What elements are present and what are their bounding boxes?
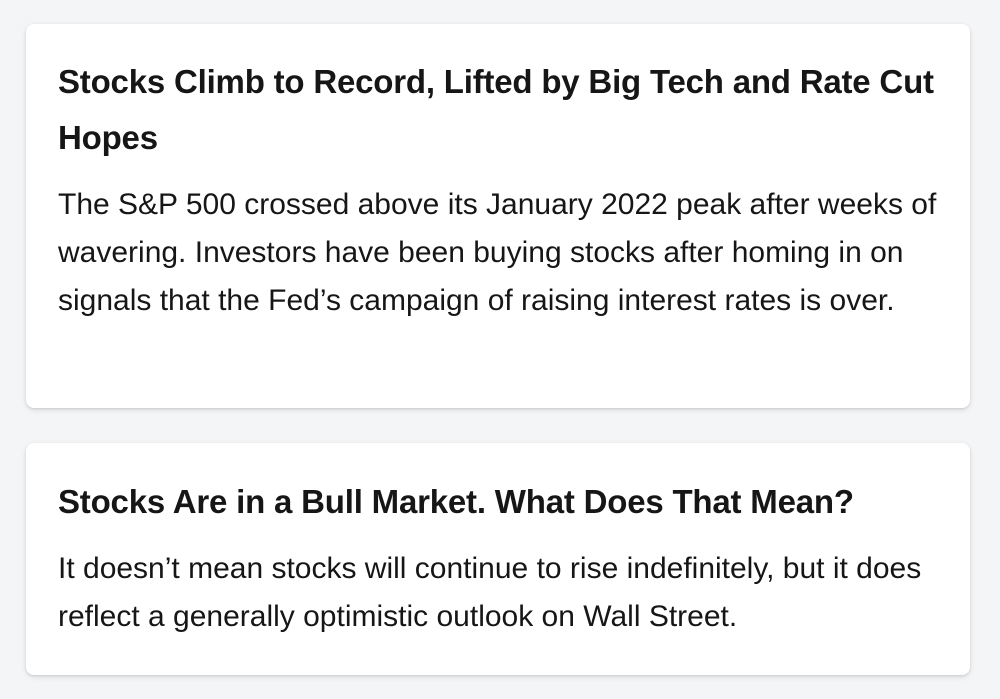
article-summary: It doesn’t mean stocks will continue to … [58,552,922,633]
article-feed: Stocks Climb to Record, Lifted by Big Te… [26,24,970,675]
article-headline[interactable]: Stocks Are in a Bull Market. What Does T… [58,474,938,530]
article-card[interactable]: Stocks Are in a Bull Market. What Does T… [26,443,970,675]
article-card[interactable]: Stocks Climb to Record, Lifted by Big Te… [26,24,970,408]
article-summary: The S&P 500 crossed above its January 20… [58,188,937,317]
article-headline[interactable]: Stocks Climb to Record, Lifted by Big Te… [58,54,938,166]
